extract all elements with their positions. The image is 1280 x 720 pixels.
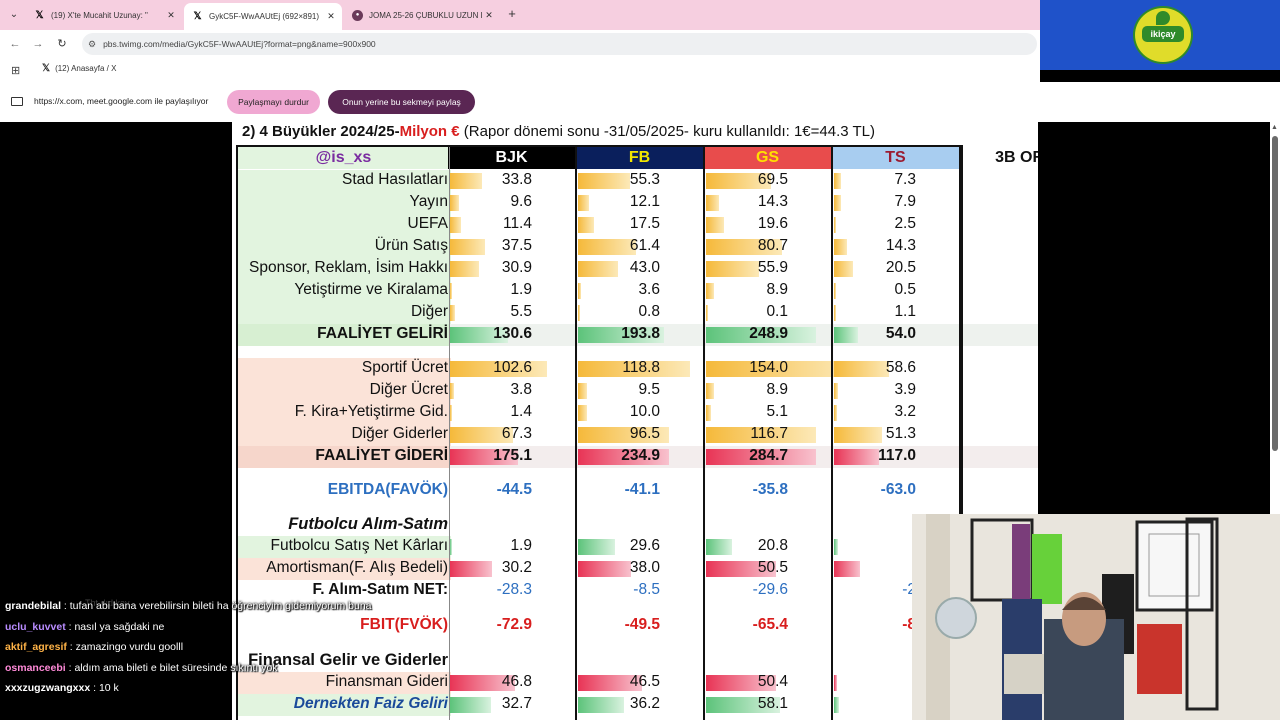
- reload-icon[interactable]: ↻: [54, 36, 70, 52]
- table-cell: 231.6: [961, 447, 1038, 465]
- chat-text: : aldım ama bileti e bilet süresinde sık…: [65, 661, 278, 674]
- chat-message: xxxzugzwangxxx : 10 k: [5, 678, 425, 699]
- chat-message: aktif_agresif : zamazingo vurdu goolll: [5, 637, 425, 658]
- screen: ⌄ 𝕏 (19) X'te Mucahit Uzunay: " ✕ 𝕏 GykC…: [0, 0, 1280, 720]
- bookmarks-bar: ⊞ 𝕏 (12) Anasayfa / X: [0, 58, 1040, 82]
- table-cell: 125.1: [961, 359, 1038, 377]
- table-cell: 16.2: [961, 215, 1038, 233]
- leaf-icon: [1156, 11, 1170, 25]
- url-field[interactable]: ⚙ pbs.twimg.com/media/GykC5F-WwAAUtEj?fo…: [82, 33, 1037, 55]
- webcam-feed: [912, 514, 1280, 720]
- column-divider: [703, 147, 705, 720]
- chat-message: grandebilal : tufan abi bana verebilirsi…: [5, 596, 425, 617]
- address-bar-row: ← → ↻ ⚙ pbs.twimg.com/media/GykC5F-WwAAU…: [0, 30, 1040, 58]
- table-cell: 191.1: [961, 325, 1038, 343]
- column-header-3b-ort: 3B ORT: [961, 147, 1038, 169]
- tab-x-post[interactable]: 𝕏 (19) X'te Mucahit Uzunay: " ✕: [26, 3, 182, 27]
- tab-strip: ⌄ 𝕏 (19) X'te Mucahit Uzunay: " ✕ 𝕏 GykC…: [0, 0, 1040, 30]
- chat-username[interactable]: uclu_kuvvet: [5, 621, 66, 633]
- tab-close-icon[interactable]: ✕: [482, 10, 496, 21]
- new-tab-button[interactable]: +: [505, 6, 519, 22]
- chat-text: : zamazingo vurdu goolll: [66, 641, 184, 653]
- column-divider: [831, 147, 833, 720]
- x-logo-icon: 𝕏: [193, 11, 202, 22]
- table-cell: -40.5: [961, 481, 1038, 499]
- tab-close-icon[interactable]: ✕: [164, 10, 178, 21]
- tab-search-chevron-icon[interactable]: ⌄: [5, 6, 23, 24]
- scrollbar-thumb[interactable]: [1272, 136, 1278, 451]
- channel-brand-panel: ikiçay: [1040, 0, 1280, 70]
- chat-username[interactable]: osmanceebi: [5, 662, 66, 674]
- screen-share-bar: https://x.com, meet.google.com ile payla…: [0, 82, 1280, 122]
- table-cell: 12.0: [961, 193, 1038, 211]
- chat-message: uclu_kuvvet : nasıl ya sağdaki ne: [5, 617, 425, 638]
- site-info-icon[interactable]: ⚙: [88, 39, 96, 50]
- chat-username[interactable]: grandebilal: [5, 600, 61, 612]
- ikicay-logo: ikiçay: [1133, 6, 1193, 64]
- tab-joma[interactable]: ● JOMA 25-26 ÇUBUKLU UZUN K ✕: [344, 3, 500, 27]
- share-status-text: https://x.com, meet.google.com ile payla…: [34, 96, 209, 106]
- tab-image-active[interactable]: 𝕏 GykC5F-WwAAUtEj (692×891) ✕: [184, 3, 342, 30]
- chat-text: : nasıl ya sağdaki ne: [65, 620, 165, 633]
- stop-sharing-button[interactable]: Paylaşmayı durdur: [227, 90, 320, 114]
- table-title: 2) 4 Büyükler 2024/25-Milyon € (Rapor dö…: [242, 123, 876, 140]
- chat-username[interactable]: xxxzugzwangxxx: [5, 682, 90, 694]
- table-cell: 93.5: [961, 425, 1038, 443]
- label-divider: [449, 147, 450, 720]
- table-cell: 43.2: [961, 259, 1038, 277]
- bookmark-x-home[interactable]: 𝕏 (12) Anasayfa / X: [42, 63, 116, 74]
- joma-logo-icon: ●: [352, 9, 363, 21]
- forward-arrow-icon[interactable]: →: [30, 36, 46, 52]
- column-divider: [575, 147, 577, 720]
- table-cell: 7.4: [961, 381, 1038, 399]
- x-logo-icon: 𝕏: [42, 63, 51, 74]
- chat-text: : 10 k: [90, 682, 119, 694]
- table-cell: 4.8: [961, 281, 1038, 299]
- stream-chat: grandebilal : tufan abi bana verebilirsi…: [5, 596, 425, 699]
- screen-share-icon: [11, 97, 23, 106]
- table-cell: 2.1: [961, 303, 1038, 321]
- chat-message: osmanceebi : aldım ama bileti e bilet sü…: [5, 658, 425, 679]
- scroll-up-icon[interactable]: ▲: [1271, 124, 1278, 131]
- chat-username[interactable]: aktif_agresif: [5, 641, 67, 653]
- share-this-tab-button[interactable]: Onun yerine bu sekmeyi paylaş: [328, 90, 475, 114]
- apps-grid-icon[interactable]: ⊞: [11, 64, 20, 77]
- table-cell: 5.5: [961, 403, 1038, 421]
- chat-text: : tufan abi bana verebilirsin bileti ha …: [61, 600, 372, 612]
- table-cell: 52.8: [961, 171, 1038, 189]
- back-arrow-icon[interactable]: ←: [7, 36, 23, 52]
- table-cell: 59.9: [961, 237, 1038, 255]
- tab-close-icon[interactable]: ✕: [324, 11, 338, 22]
- x-logo-icon: 𝕏: [35, 9, 44, 21]
- streamer-webcam-image: [912, 514, 1280, 720]
